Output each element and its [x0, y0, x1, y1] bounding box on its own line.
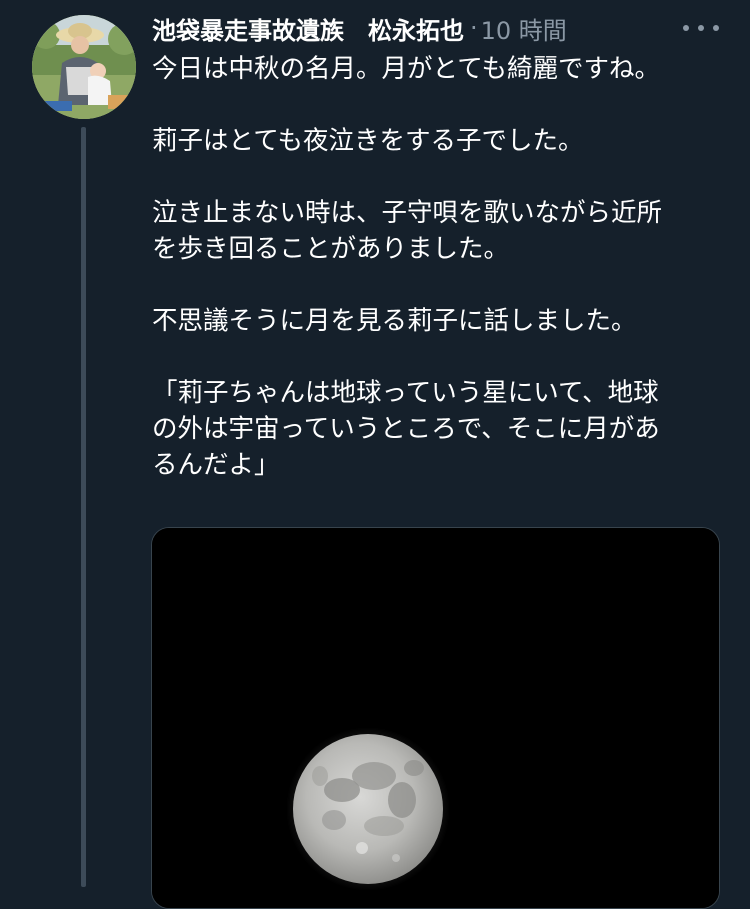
timestamp[interactable]: 10 時間 [481, 11, 567, 46]
tweet-header: 池袋暴走事故遺族 松永拓也 · 10 時間 [152, 10, 567, 46]
tweet-media[interactable] [151, 527, 720, 909]
more-horizontal-icon [683, 25, 689, 31]
more-options-button[interactable] [683, 16, 719, 40]
tweet-paragraph: 莉子はとても夜泣きをする子でした。 [152, 123, 732, 159]
tweet[interactable]: 池袋暴走事故遺族 松永拓也 · 10 時間 今日は中秋の名月。月がとても綺麗です… [0, 0, 750, 909]
tweet-line: を歩き回ることがありました。 [152, 234, 510, 264]
tweet-paragraph: 不思議そうに月を見る莉子に話しました。 [152, 303, 732, 339]
tweet-line: 「莉子ちゃんは地球っていう星にいて、地球 [152, 378, 659, 408]
more-horizontal-icon [698, 25, 704, 31]
tweet-line: の外は宇宙っていうところで、そこに月があ [152, 414, 660, 444]
separator-dot: · [470, 14, 478, 42]
tweet-line: 今日は中秋の名月。月がとても綺麗ですね。 [152, 54, 660, 84]
tweet-paragraph: 今日は中秋の名月。月がとても綺麗ですね。 [152, 51, 732, 87]
tweet-line: 泣き止まない時は、子守唄を歌いながら近所 [152, 198, 663, 228]
tweet-line: 莉子はとても夜泣きをする子でした。 [152, 126, 584, 156]
tweet-line: 不思議そうに月を見る莉子に話しました。 [152, 306, 637, 336]
profile-photo-icon [32, 15, 136, 119]
more-horizontal-icon [713, 25, 719, 31]
full-moon-photo-icon [152, 528, 719, 908]
tweet-paragraph: 「莉子ちゃんは地球っていう星にいて、地球 の外は宇宙っていうところで、そこに月が… [152, 375, 732, 483]
avatar[interactable] [32, 15, 136, 119]
display-name[interactable]: 池袋暴走事故遺族 松永拓也 [152, 11, 464, 46]
tweet-text: 今日は中秋の名月。月がとても綺麗ですね。 莉子はとても夜泣きをする子でした。 泣… [152, 51, 732, 483]
tweet-paragraph: 泣き止まない時は、子守唄を歌いながら近所 を歩き回ることがありました。 [152, 195, 732, 267]
thread-line [81, 127, 86, 887]
tweet-line: るんだよ」 [152, 450, 280, 480]
